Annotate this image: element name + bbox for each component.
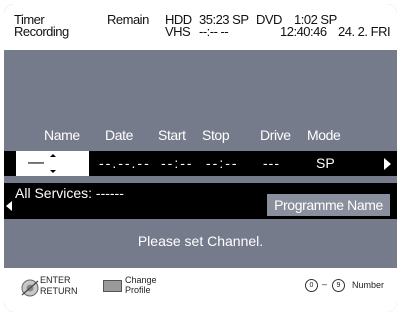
clock-display: 12:40:46 bbox=[280, 24, 327, 39]
status-header: Timer Recording Remain HDD 35:23 SP VHS … bbox=[4, 4, 397, 50]
right-arrow-icon[interactable] bbox=[384, 158, 392, 170]
column-stop: Stop bbox=[202, 127, 230, 143]
change-profile-line2: Profile bbox=[125, 285, 151, 295]
dvd-label: DVD bbox=[256, 12, 282, 27]
range-dash: – bbox=[322, 279, 328, 289]
left-arrow-icon[interactable] bbox=[6, 201, 12, 211]
vhs-label: VHS bbox=[165, 24, 191, 39]
key-0-icon: 0 bbox=[305, 279, 318, 292]
timer-recording-screen: Timer Recording Remain HDD 35:23 SP VHS … bbox=[4, 4, 397, 312]
column-drive: Drive bbox=[260, 127, 291, 143]
date-value[interactable]: --.--.-- bbox=[99, 155, 151, 171]
channel-name-field[interactable]: — bbox=[16, 151, 89, 176]
column-name: Name bbox=[44, 127, 80, 143]
status-message: Please set Channel. bbox=[137, 233, 264, 249]
enter-label: ENTER bbox=[40, 275, 71, 285]
remain-label: Remain bbox=[107, 12, 149, 27]
mode-value[interactable]: SP bbox=[316, 155, 335, 171]
key-9-icon: 9 bbox=[332, 279, 345, 292]
column-start: Start bbox=[158, 127, 186, 143]
enter-return-icon bbox=[21, 279, 39, 297]
footer-guide: ENTER RETURN Change Profile 0 – 9 Number bbox=[4, 268, 397, 312]
screen-title-line2: Recording bbox=[14, 24, 69, 39]
all-services-label: All Services: ------ bbox=[15, 185, 124, 201]
vhs-remain-value: --:-- -- bbox=[199, 24, 229, 39]
timer-entry-row[interactable]: — --.--.-- --:-- --:-- --- SP bbox=[4, 151, 397, 176]
return-label: RETURN bbox=[40, 286, 78, 296]
change-profile-line1: Change bbox=[125, 275, 157, 285]
number-label: Number bbox=[352, 280, 385, 290]
column-mode: Mode bbox=[307, 127, 341, 143]
up-down-arrows-icon bbox=[50, 154, 56, 173]
start-value[interactable]: --:-- bbox=[161, 155, 194, 171]
programme-name-button[interactable]: Programme Name bbox=[267, 194, 390, 216]
stop-value[interactable]: --:-- bbox=[206, 155, 239, 171]
channel-name-value: — bbox=[28, 154, 44, 171]
date-display: 24. 2. FRI bbox=[338, 24, 391, 39]
services-row: All Services: ------ Programme Name bbox=[4, 183, 397, 219]
column-date: Date bbox=[105, 127, 133, 143]
color-button-icon bbox=[103, 280, 122, 292]
drive-value[interactable]: --- bbox=[263, 155, 280, 171]
